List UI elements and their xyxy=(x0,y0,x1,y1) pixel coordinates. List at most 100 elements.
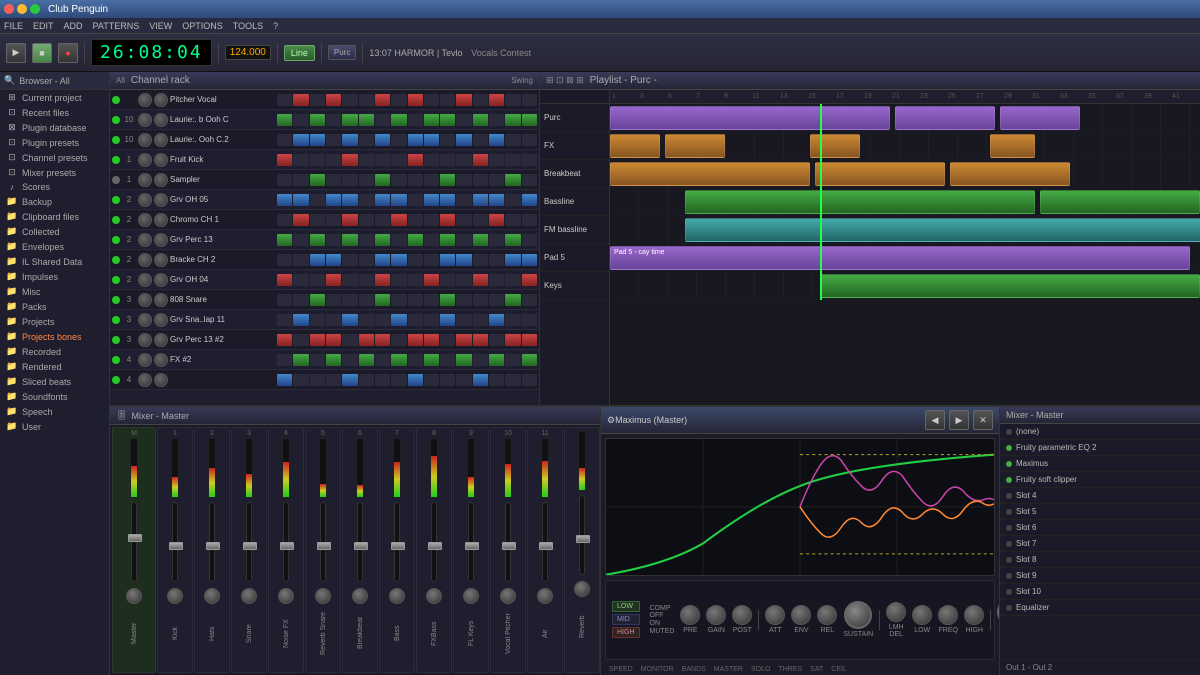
ch-pad[interactable] xyxy=(359,134,374,146)
ch-pad[interactable] xyxy=(375,214,390,226)
ch-pad[interactable] xyxy=(277,274,292,286)
channel-volume-knob[interactable] xyxy=(138,173,152,187)
channel-pan-knob[interactable] xyxy=(154,273,168,287)
sidebar-item-plugin-database[interactable]: ⊠Plugin database xyxy=(0,120,109,135)
ch-pad[interactable] xyxy=(489,234,504,246)
channel-pan-knob[interactable] xyxy=(154,333,168,347)
playlist-block[interactable] xyxy=(610,134,660,158)
ch-pad[interactable] xyxy=(505,274,520,286)
mixer-pan-knob[interactable] xyxy=(500,588,516,604)
att-knob[interactable] xyxy=(765,605,785,625)
playlist-block[interactable] xyxy=(810,134,860,158)
sidebar-item-recorded[interactable]: 📁Recorded xyxy=(0,344,109,359)
fx-slot-9[interactable]: Slot 9 xyxy=(1000,568,1200,584)
ch-pad[interactable] xyxy=(473,374,488,386)
ch-pad[interactable] xyxy=(375,114,390,126)
channel-volume-knob[interactable] xyxy=(138,253,152,267)
ch-pad[interactable] xyxy=(489,194,504,206)
ch-pad[interactable] xyxy=(424,254,439,266)
close-button[interactable] xyxy=(4,4,14,14)
ch-pad[interactable] xyxy=(326,114,341,126)
sidebar-item-il-shared-data[interactable]: 📁IL Shared Data xyxy=(0,254,109,269)
ch-pad[interactable] xyxy=(359,174,374,186)
ch-pad[interactable] xyxy=(505,94,520,106)
menu-patterns[interactable]: PATTERNS xyxy=(93,21,140,31)
ch-pad[interactable] xyxy=(375,374,390,386)
ch-pad[interactable] xyxy=(456,214,471,226)
ch-pad[interactable] xyxy=(277,254,292,266)
maximize-button[interactable] xyxy=(30,4,40,14)
ch-pad[interactable] xyxy=(391,174,406,186)
ch-pad[interactable] xyxy=(293,274,308,286)
ch-pad[interactable] xyxy=(359,374,374,386)
ch-pad[interactable] xyxy=(522,174,537,186)
ch-pad[interactable] xyxy=(326,154,341,166)
maximus-close[interactable]: ✕ xyxy=(973,410,993,430)
ch-pad[interactable] xyxy=(505,194,520,206)
ch-pad[interactable] xyxy=(310,354,325,366)
high-band-button[interactable]: HIGH xyxy=(612,627,640,638)
ch-pad[interactable] xyxy=(489,354,504,366)
low-freq-knob[interactable] xyxy=(912,605,932,625)
playlist-block[interactable] xyxy=(1000,106,1080,130)
channel-volume-knob[interactable] xyxy=(138,333,152,347)
ch-pad[interactable] xyxy=(359,254,374,266)
ch-pad[interactable] xyxy=(277,354,292,366)
ch-pad[interactable] xyxy=(473,354,488,366)
mixer-fader[interactable] xyxy=(576,535,590,543)
ch-pad[interactable] xyxy=(391,94,406,106)
sidebar-item-packs[interactable]: 📁Packs xyxy=(0,299,109,314)
ch-pad[interactable] xyxy=(408,274,423,286)
ch-pad[interactable] xyxy=(505,154,520,166)
ch-pad[interactable] xyxy=(326,274,341,286)
ch-pad[interactable] xyxy=(359,334,374,346)
lmh-del-knob[interactable] xyxy=(886,602,906,622)
sidebar-item-projects[interactable]: 📁Projects xyxy=(0,314,109,329)
mixer-pan-knob[interactable] xyxy=(463,588,479,604)
channel-volume-knob[interactable] xyxy=(138,293,152,307)
ch-pad[interactable] xyxy=(310,294,325,306)
sidebar-item-clipboard-files[interactable]: 📁Clipboard files xyxy=(0,209,109,224)
ch-pad[interactable] xyxy=(505,354,520,366)
mixer-pan-knob[interactable] xyxy=(352,588,368,604)
track-label[interactable]: Purc xyxy=(540,104,609,132)
ch-pad[interactable] xyxy=(522,334,537,346)
bpm-display[interactable]: 124.000 xyxy=(225,45,271,60)
ch-pad[interactable] xyxy=(440,114,455,126)
ch-pad[interactable] xyxy=(424,374,439,386)
ch-pad[interactable] xyxy=(522,194,537,206)
ch-pad[interactable] xyxy=(375,294,390,306)
channel-led[interactable] xyxy=(112,256,120,264)
channel-pan-knob[interactable] xyxy=(154,353,168,367)
channel-led[interactable] xyxy=(112,356,120,364)
ch-pad[interactable] xyxy=(456,234,471,246)
ch-pad[interactable] xyxy=(505,214,520,226)
fx-slot-1[interactable]: Fruity parametric EQ 2 xyxy=(1000,440,1200,456)
channel-led[interactable] xyxy=(112,376,120,384)
ch-pad[interactable] xyxy=(310,134,325,146)
ch-pad[interactable] xyxy=(375,194,390,206)
ch-pad[interactable] xyxy=(359,274,374,286)
mixer-pan-knob[interactable] xyxy=(426,588,442,604)
ch-pad[interactable] xyxy=(456,354,471,366)
ch-pad[interactable] xyxy=(440,354,455,366)
menu-edit[interactable]: EDIT xyxy=(33,21,54,31)
playlist-block[interactable] xyxy=(685,190,1035,214)
mixer-fader[interactable] xyxy=(243,542,257,550)
ch-pad[interactable] xyxy=(293,334,308,346)
ch-pad[interactable] xyxy=(310,314,325,326)
ch-pad[interactable] xyxy=(326,374,341,386)
ch-pad[interactable] xyxy=(342,94,357,106)
sidebar-item-speech[interactable]: 📁Speech xyxy=(0,404,109,419)
ch-pad[interactable] xyxy=(489,334,504,346)
mixer-pan-knob[interactable] xyxy=(389,588,405,604)
ch-pad[interactable] xyxy=(293,294,308,306)
ch-pad[interactable] xyxy=(456,134,471,146)
ch-pad[interactable] xyxy=(489,294,504,306)
sidebar-item-recent-files[interactable]: ⊡Recent files xyxy=(0,105,109,120)
channel-led[interactable] xyxy=(112,176,120,184)
ch-pad[interactable] xyxy=(473,134,488,146)
channel-volume-knob[interactable] xyxy=(138,353,152,367)
ch-pad[interactable] xyxy=(505,174,520,186)
ch-pad[interactable] xyxy=(326,294,341,306)
